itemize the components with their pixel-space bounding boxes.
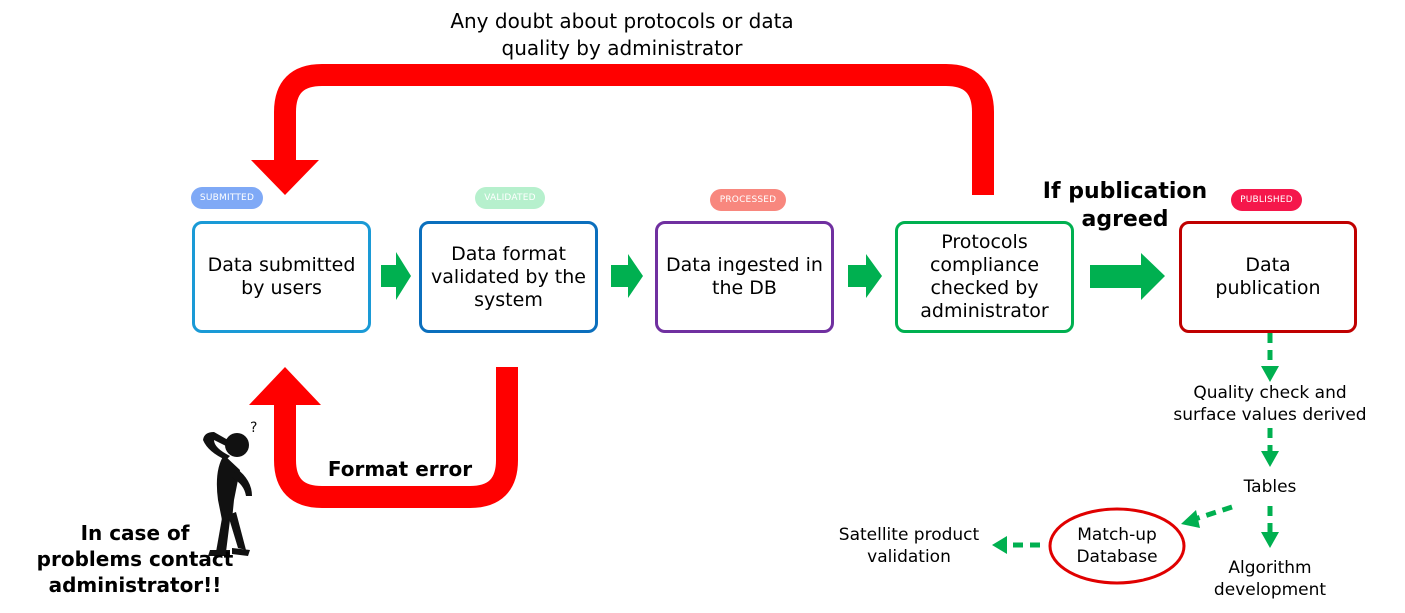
feedback-loop-label: Any doubt about protocols or data qualit… <box>450 9 794 60</box>
workflow-diagram: ? Any doubt about protocols or data qual… <box>0 0 1405 613</box>
svg-text:?: ? <box>250 420 257 436</box>
flow-arrow-1 <box>381 252 411 300</box>
stage-compliance: Protocols compliance checked by administ… <box>895 221 1074 333</box>
matchup-label: Match-up Database <box>1076 525 1158 567</box>
stage-submitted: Data submitted by users <box>192 221 371 333</box>
quality-check-label: Quality check and surface values derived <box>1173 383 1367 425</box>
stage-published: Data publication <box>1179 221 1357 333</box>
badge-validated: VALIDATED <box>475 187 545 209</box>
badge-submitted: SUBMITTED <box>191 187 263 209</box>
satellite-label: Satellite product validation <box>838 525 980 567</box>
stage-validated: Data format validated by the system <box>419 221 598 333</box>
flow-arrow-3 <box>848 254 882 298</box>
flow-arrow-2 <box>611 254 643 298</box>
format-error-arrowhead <box>249 367 321 405</box>
flow-arrow-publish <box>1090 253 1165 300</box>
tables-label: Tables <box>1243 477 1297 497</box>
dashed-arrow-matchup <box>1194 504 1233 522</box>
feedback-loop-arrow <box>274 64 994 195</box>
feedback-loop-arrowhead <box>251 160 319 195</box>
help-note: In case of problems contact administrato… <box>36 521 234 597</box>
algorithm-label: Algorithm development <box>1213 558 1327 600</box>
format-error-label: Format error <box>327 457 473 481</box>
badge-published: PUBLISHED <box>1231 189 1302 211</box>
stage-processed: Data ingested in the DB <box>655 221 834 333</box>
badge-processed: PROCESSED <box>710 189 786 211</box>
